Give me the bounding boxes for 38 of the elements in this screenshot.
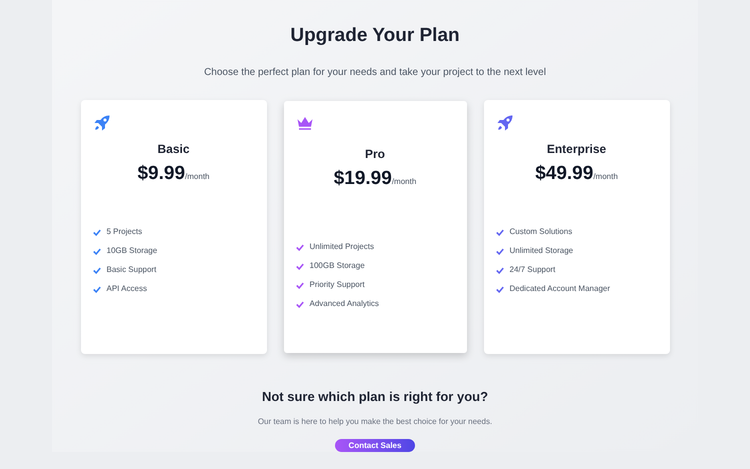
check-icon [496,266,504,274]
feature-text: Advanced Analytics [310,298,379,310]
feature-text: Basic Support [106,264,156,276]
price-period: /month [593,170,618,182]
check-icon [92,228,100,236]
feature-text: 24/7 Support [510,264,556,276]
feature-text: API Access [106,283,147,295]
feature-text: Custom Solutions [510,226,572,238]
plan-price: $49.99 [535,162,594,186]
check-icon [296,282,304,288]
check-icon [92,286,100,292]
check-icon [92,266,100,274]
check-icon [296,300,304,308]
feature-text: 100GB Storage [310,260,365,272]
contact-sales-button[interactable]: Contact Sales [335,439,415,452]
plan-price: $9.99 [137,162,186,186]
plan-name: Enterprise [546,140,608,158]
help-text: Our team is here to help you make the best choice for your needs. [258,416,492,428]
feature-text: Unlimited Projects [310,241,374,253]
feature-text: Unlimited Storage [510,245,574,257]
price-period: /month [185,170,210,182]
check-icon [296,244,304,250]
page-subtitle: Choose the perfect plan for your needs and take your project to the next level [204,66,546,80]
feature-text: Dedicated Account Manager [510,283,610,295]
help-title: Not sure which plan is right for you? [262,388,488,406]
check-icon [496,228,504,236]
plan-price: $19.99 [334,166,392,190]
plan-name: Basic [156,140,191,158]
check-icon [496,286,504,292]
feature-text: Priority Support [310,279,365,291]
page-title: Upgrade Your Plan [290,24,460,48]
feature-text: 5 Projects [106,226,142,238]
check-icon [496,248,504,254]
price-period: /month [392,176,416,188]
feature-text: 10GB Storage [106,245,158,257]
check-icon [92,248,100,254]
check-icon [296,262,304,270]
plan-name: Pro [364,146,386,162]
